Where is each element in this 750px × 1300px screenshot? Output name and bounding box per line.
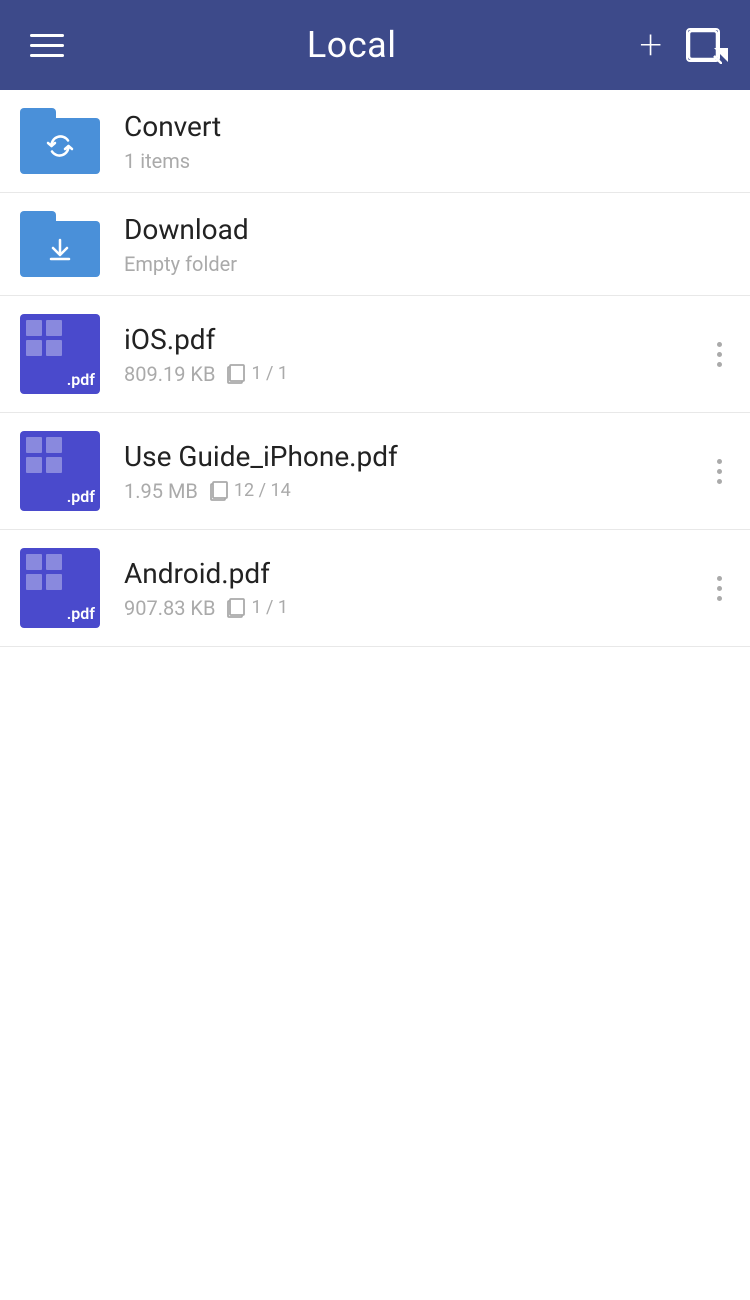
item-meta: 1.95 MB 12 / 14 [124,479,699,503]
pdf-label: .pdf [67,604,95,623]
page-count-icon: 1 / 1 [225,597,288,619]
page-title: Local [307,24,397,66]
list-item[interactable]: .pdf Use Guide_iPhone.pdf 1.95 MB 12 / 1… [0,413,750,530]
folder-download-icon [20,211,100,277]
list-item[interactable]: Convert 1 items [0,90,750,193]
list-item[interactable]: .pdf Android.pdf 907.83 KB 1 / 1 [0,530,750,647]
add-button[interactable]: + [639,25,662,65]
item-info: Android.pdf 907.83 KB 1 / 1 [124,557,699,620]
page-count-icon: 1 / 1 [225,363,288,385]
item-info: iOS.pdf 809.19 KB 1 / 1 [124,323,699,386]
item-info: Download Empty folder [124,213,730,276]
folder-convert-icon [20,108,100,174]
item-name: Convert [124,110,730,143]
pdf-grid [26,320,62,356]
more-button[interactable] [709,332,730,377]
pdf-label: .pdf [67,487,95,506]
header-actions: + [639,25,720,65]
pdf-icon: .pdf [20,431,100,511]
item-name: Use Guide_iPhone.pdf [124,440,699,473]
more-button[interactable] [709,566,730,611]
item-meta: 1 items [124,149,730,173]
item-name: iOS.pdf [124,323,699,356]
item-meta: Empty folder [124,252,730,276]
app-container: Local + [0,0,750,647]
pdf-grid [26,554,62,590]
item-info: Convert 1 items [124,110,730,173]
menu-button[interactable] [30,34,64,57]
file-size: 907.83 KB [124,596,215,620]
pdf-icon: .pdf [20,314,100,394]
page-count-icon: 12 / 14 [208,480,291,502]
file-size: 809.19 KB [124,362,215,386]
item-name: Android.pdf [124,557,699,590]
select-button[interactable] [686,28,720,62]
file-list: Convert 1 items Download Empty fold [0,90,750,647]
item-meta: 809.19 KB 1 / 1 [124,362,699,386]
pdf-icon: .pdf [20,548,100,628]
list-item[interactable]: Download Empty folder [0,193,750,296]
pdf-label: .pdf [67,370,95,389]
list-item[interactable]: .pdf iOS.pdf 809.19 KB 1 / 1 [0,296,750,413]
item-name: Download [124,213,730,246]
header: Local + [0,0,750,90]
more-button[interactable] [709,449,730,494]
pdf-grid [26,437,62,473]
item-meta: 907.83 KB 1 / 1 [124,596,699,620]
file-size: 1.95 MB [124,479,198,503]
item-info: Use Guide_iPhone.pdf 1.95 MB 12 / 14 [124,440,699,503]
